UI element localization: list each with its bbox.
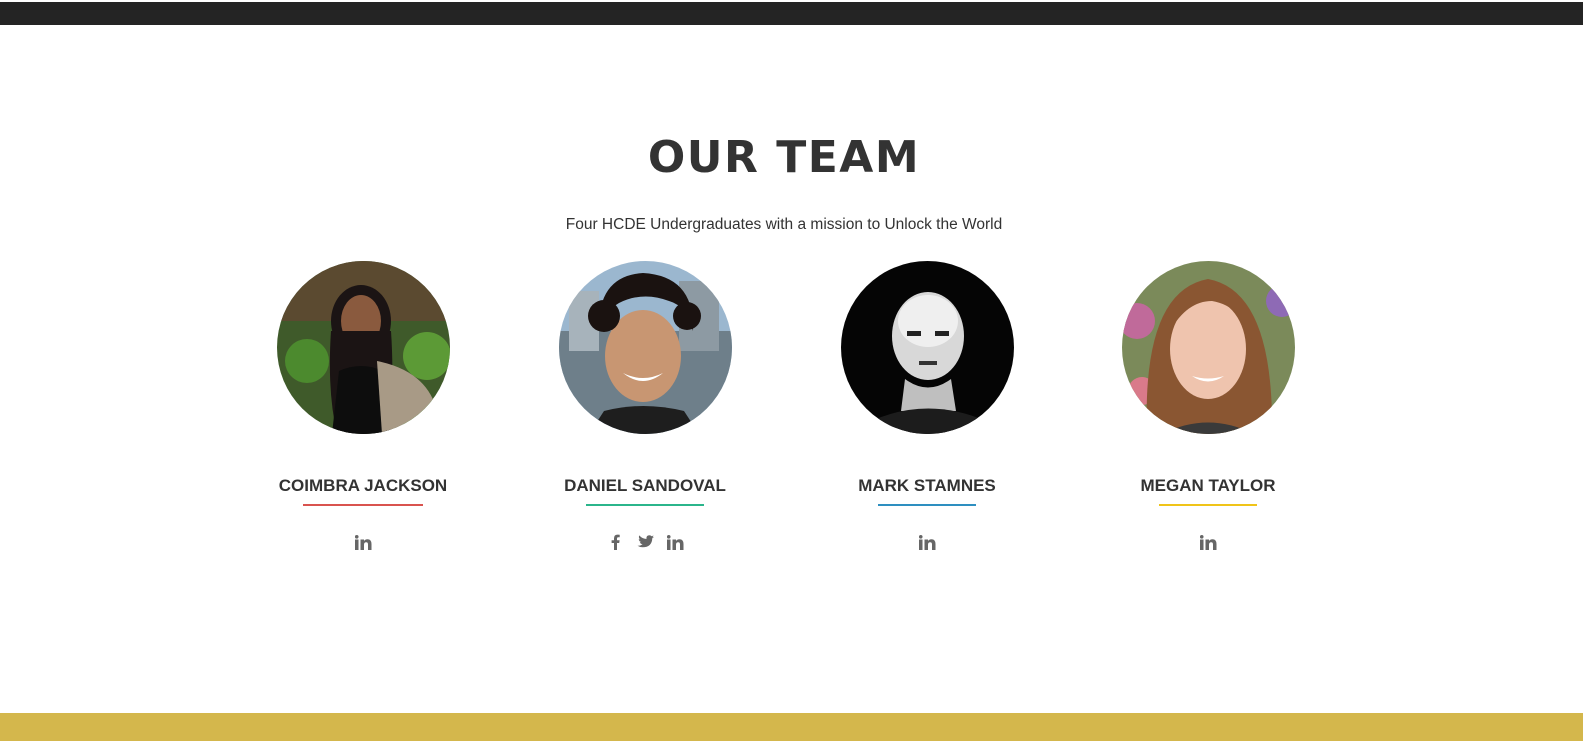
- name-underline: [878, 504, 976, 506]
- section-subtitle: Four HCDE Undergraduates with a mission …: [565, 216, 1003, 233]
- team-member-card: MEGAN TAYLOR: [1058, 261, 1358, 561]
- team-member-card: DANIEL SANDOVAL: [495, 261, 795, 561]
- top-nav-bar: [0, 2, 1583, 25]
- social-links: [495, 532, 795, 552]
- linkedin-icon[interactable]: [353, 532, 373, 552]
- avatar: [1122, 261, 1295, 434]
- member-name: MARK STAMNES: [858, 476, 996, 495]
- linkedin-icon[interactable]: [1198, 532, 1218, 552]
- name-underline: [303, 504, 423, 506]
- team-member-card: COIMBRA JACKSON: [213, 261, 513, 561]
- social-links: [1058, 532, 1358, 552]
- name-underline: [586, 504, 704, 506]
- avatar: [559, 261, 732, 434]
- name-underline: [1159, 504, 1257, 506]
- member-name: COIMBRA JACKSON: [278, 476, 448, 495]
- avatar: [841, 261, 1014, 434]
- section-title: OUR TEAM: [647, 132, 921, 183]
- avatar: [277, 261, 450, 434]
- facebook-icon[interactable]: [605, 532, 625, 552]
- twitter-icon[interactable]: [635, 532, 655, 552]
- linkedin-icon[interactable]: [665, 532, 685, 552]
- social-links: [777, 532, 1077, 552]
- linkedin-icon[interactable]: [917, 532, 937, 552]
- social-links: [213, 532, 513, 552]
- footer-bar: [0, 713, 1583, 741]
- team-member-card: MARK STAMNES: [777, 261, 1077, 561]
- member-name: DANIEL SANDOVAL: [564, 476, 726, 495]
- member-name: MEGAN TAYLOR: [1140, 476, 1276, 495]
